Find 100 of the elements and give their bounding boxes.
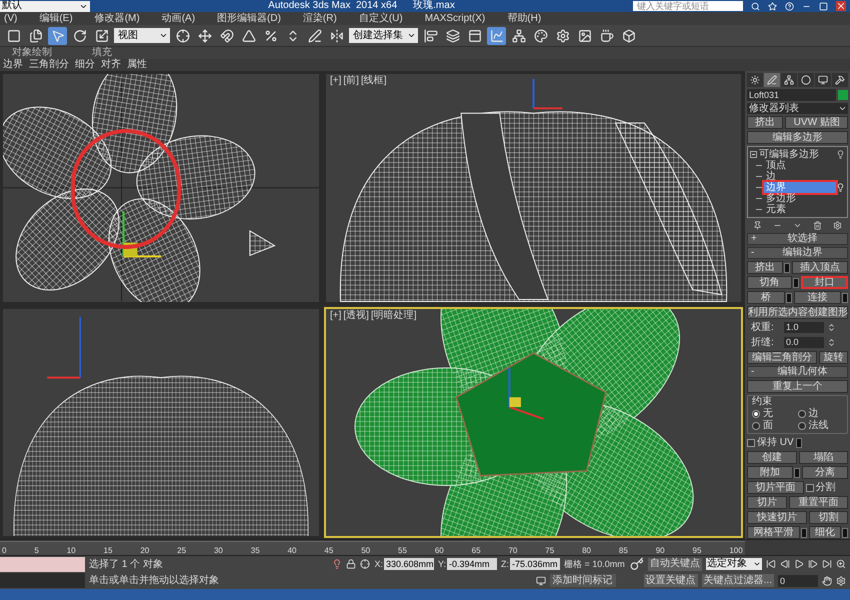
panel-button[interactable]: 网格平滑 — [747, 526, 800, 539]
stack-item[interactable]: 边 — [764, 171, 845, 182]
object-color-swatch[interactable] — [838, 90, 848, 100]
maximize-icon[interactable] — [819, 2, 828, 10]
close-icon[interactable] — [836, 1, 846, 11]
radio-button[interactable] — [752, 410, 760, 418]
workspace-dropdown[interactable]: 默认 — [0, 0, 90, 12]
panel-button[interactable]: 塌陷 — [798, 451, 848, 464]
toolbar-button[interactable] — [487, 26, 506, 44]
search-field[interactable]: 键入关键字或短语 — [633, 1, 743, 11]
step-forward-icon[interactable] — [808, 559, 818, 570]
auto-key-button[interactable]: 自动关键点 — [648, 558, 702, 571]
pin-icon[interactable] — [752, 221, 762, 230]
timeline-ruler[interactable]: 0 5 10 15 20 25 30 35 40 45 50 55 60 65 70 75 80 85 90 95 100 — [0, 541, 745, 555]
menu-item[interactable]: MAXScript(X) — [424, 14, 486, 24]
panel-button[interactable]: 创建 — [747, 451, 796, 464]
trash-icon[interactable] — [813, 221, 822, 230]
stack-item[interactable]: 多边形 — [764, 193, 845, 204]
stack-item[interactable]: 顶点 — [764, 160, 845, 171]
menu-item[interactable]: 自定义(U) — [358, 14, 403, 24]
panel-button[interactable]: 分离 — [802, 466, 848, 479]
panel-button[interactable]: 封口 — [801, 276, 848, 289]
settings-toggle[interactable] — [842, 292, 848, 302]
frame-field[interactable]: 0 — [778, 574, 818, 587]
script-listener-box[interactable] — [0, 556, 85, 572]
panel-button[interactable]: 切角 — [747, 276, 792, 289]
ribbon-tab[interactable]: 属性 — [127, 60, 147, 70]
settings-toggle[interactable] — [786, 292, 792, 302]
panel-button[interactable]: 利用所选内容创建图形 — [747, 306, 848, 319]
spinner-arrows-icon[interactable] — [827, 338, 836, 347]
toolbar-dropdown[interactable]: 视图 — [114, 28, 170, 43]
ribbon-tab[interactable]: 对齐 — [101, 60, 121, 70]
modifier-list-dropdown[interactable]: 修改器列表 — [747, 103, 848, 114]
panel-button[interactable]: 插入顶点 — [792, 261, 848, 274]
panel-button[interactable]: 快速切片 — [747, 511, 806, 524]
coordinate-field[interactable]: 330.608mm — [384, 558, 434, 570]
lightbulb-icon[interactable] — [836, 183, 845, 192]
panel-button[interactable]: 重复上一个 — [747, 380, 848, 393]
viewport-label[interactable]: [前] — [343, 75, 359, 87]
panel-button[interactable]: 切片 — [747, 496, 786, 509]
menu-item[interactable]: 渲染(R) — [302, 14, 337, 24]
panel-button[interactable]: 细化 — [808, 526, 841, 539]
key-icon[interactable] — [630, 557, 644, 572]
ribbon-tab[interactable]: 细分 — [75, 60, 95, 70]
viewport[interactable]: [+] [透视] [明暗处理] — [324, 306, 743, 538]
lightbulb-icon[interactable] — [836, 150, 845, 159]
panel-button[interactable]: 旋转 — [818, 351, 848, 364]
set-key-button[interactable]: 设置关键点 — [644, 574, 698, 588]
zoom-icon[interactable] — [836, 559, 846, 570]
panel-button[interactable]: 桥 — [747, 291, 784, 304]
panel-button[interactable]: 编辑三角剖分 — [747, 351, 816, 364]
menu-item[interactable]: 帮助(H) — [507, 14, 542, 24]
panel-tab[interactable] — [832, 73, 848, 87]
stack-item[interactable]: 边界 — [764, 182, 836, 193]
viewport[interactable] — [1, 72, 321, 304]
settings-toggle[interactable] — [796, 438, 802, 448]
ribbon-tab[interactable]: 三角剖分 — [29, 60, 69, 70]
panel-tab[interactable] — [747, 73, 763, 87]
viewport-label[interactable]: [明暗处理] — [370, 310, 417, 322]
menu-item[interactable]: (V) — [4, 14, 18, 24]
radio-button[interactable] — [798, 410, 806, 418]
coordinate-field[interactable]: -0.394mm — [447, 558, 497, 570]
spinner-arrows-icon[interactable] — [827, 323, 836, 332]
viewport-label[interactable]: [线框] — [360, 75, 387, 87]
settings-toggle[interactable] — [784, 262, 790, 272]
panel-button[interactable]: 挤出 — [747, 261, 783, 274]
viewport-label[interactable]: [+] — [330, 75, 342, 87]
radio-button[interactable] — [752, 422, 760, 430]
rollout-header[interactable]: - 编辑几何体 — [747, 366, 848, 378]
modifier-button[interactable]: UVW 贴图 — [785, 116, 848, 129]
panel-button[interactable]: 连接 — [794, 291, 841, 304]
settings-toggle[interactable] — [842, 528, 848, 538]
checkbox[interactable] — [747, 438, 755, 446]
spinner-field[interactable]: 0.0 — [784, 337, 824, 348]
star-icon[interactable] — [768, 2, 777, 10]
skip-back-icon[interactable] — [766, 559, 776, 570]
object-name-field[interactable]: Loft031 — [747, 89, 836, 101]
key-filter-dropdown[interactable]: 选定对象 — [706, 558, 762, 570]
modifier-button[interactable]: 挤出 — [747, 116, 784, 129]
panel-button[interactable]: 切割 — [808, 511, 848, 524]
coordinate-field[interactable]: -75.036mm — [510, 558, 560, 570]
key-filters-button[interactable]: 关键点过滤器... — [702, 574, 774, 588]
settings-toggle[interactable] — [794, 468, 800, 478]
viewport-label[interactable]: [+] — [330, 310, 342, 322]
pan-icon[interactable] — [822, 576, 832, 586]
menu-item[interactable]: 编辑(E) — [39, 14, 73, 24]
settings-icon[interactable] — [836, 576, 846, 586]
panel-button[interactable]: 切片平面 — [747, 481, 804, 494]
panel-button[interactable]: 附加 — [747, 466, 793, 479]
ribbon-tab[interactable]: 边界 — [3, 60, 23, 70]
viewport[interactable] — [1, 306, 321, 538]
settings-toggle[interactable] — [793, 278, 799, 288]
add-time-tag-button[interactable]: 添加时间标记 — [550, 574, 616, 588]
stack-item[interactable]: 元素 — [764, 204, 845, 215]
spinner-field[interactable]: 1.0 — [784, 322, 824, 333]
viewport[interactable]: [+] [前] [线框] — [324, 72, 743, 304]
collapse-toggle-icon[interactable] — [750, 151, 757, 158]
rollout-header[interactable]: - 编辑边界 — [747, 247, 848, 259]
menu-item[interactable]: 图形编辑器(D) — [217, 14, 281, 24]
modifier-button[interactable]: 编辑多边形 — [747, 131, 848, 144]
